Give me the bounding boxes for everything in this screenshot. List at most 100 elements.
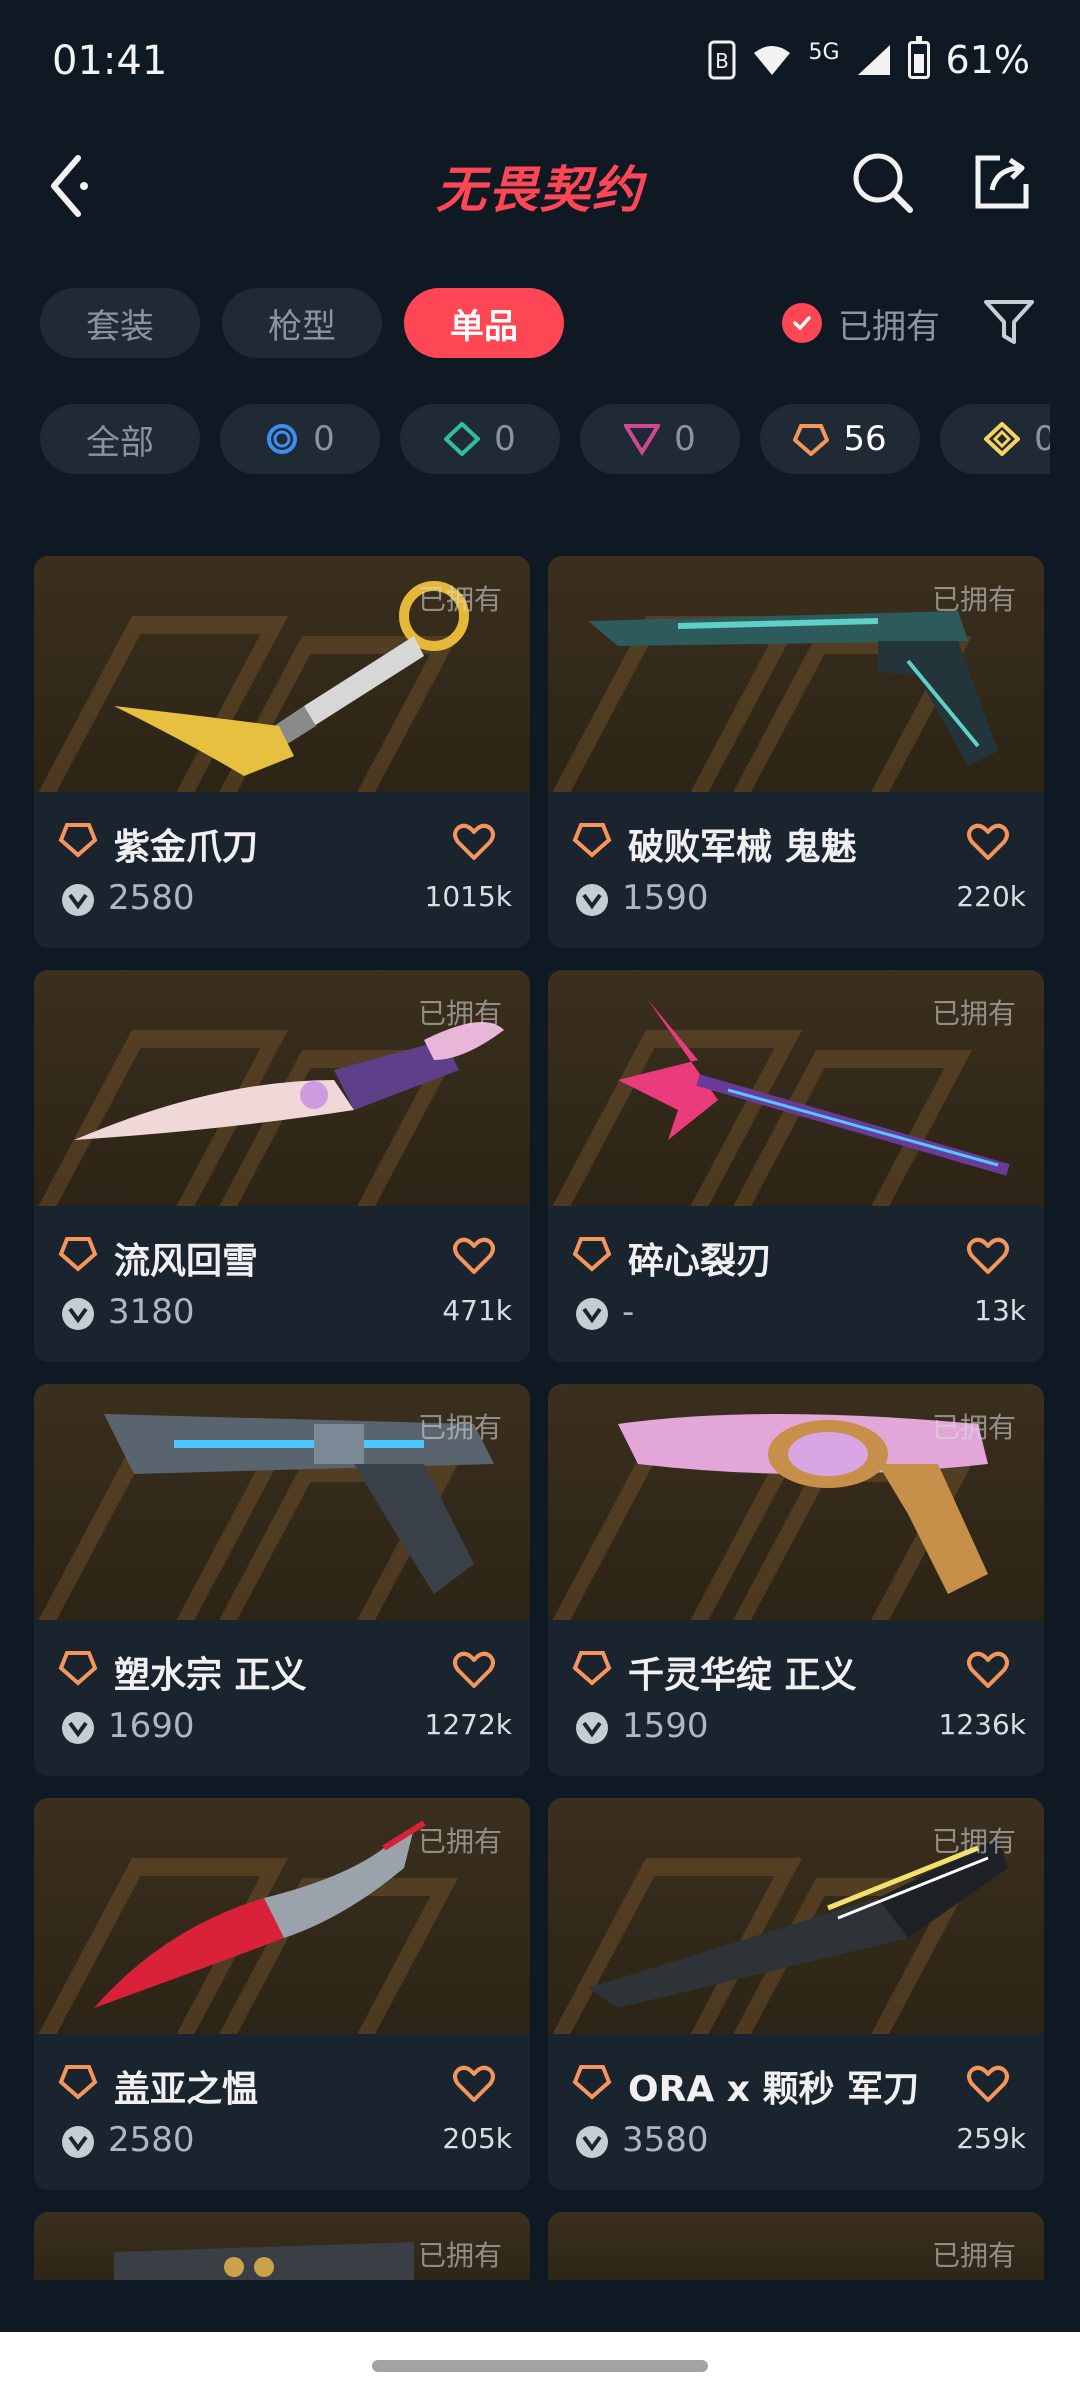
item-name: 破败军械 鬼魅 — [628, 827, 857, 868]
exclusive-tier-icon — [58, 2065, 98, 2100]
premium-tier-icon — [624, 424, 661, 456]
heart-icon[interactable] — [452, 822, 496, 862]
checkmark-icon — [782, 303, 822, 343]
heart-icon[interactable] — [966, 2064, 1010, 2104]
vp-currency-icon — [576, 884, 608, 916]
item-name: 千灵华绽 正义 — [628, 1655, 857, 1696]
vp-currency-icon — [62, 1712, 94, 1744]
filter-icon[interactable] — [982, 298, 1036, 348]
item-price: - — [622, 1292, 635, 1332]
item-image: 已拥有 — [34, 1384, 530, 1620]
item-name: 流风回雪 — [114, 1241, 259, 1282]
rarity-filter-row: 全部 0 0 0 56 0 — [40, 404, 1050, 474]
item-price: 1590 — [622, 1706, 709, 1746]
rarity-chip-label: 全部 — [86, 422, 154, 463]
heart-icon[interactable] — [966, 822, 1010, 862]
status-time: 01:41 — [52, 38, 168, 84]
item-image: 已拥有 — [548, 1798, 1044, 2034]
deluxe-tier-icon — [444, 422, 481, 456]
wifi-icon — [754, 46, 791, 75]
share-icon[interactable] — [970, 148, 1036, 214]
item-image: 已拥有 — [34, 1798, 530, 2034]
item-card[interactable]: 已拥有 — [34, 2212, 530, 2280]
category-tabs: 套装 枪型 单品 已拥有 — [40, 288, 1050, 358]
owned-badge: 已拥有 — [417, 1825, 502, 1858]
rarity-chip-premium[interactable]: 0 — [580, 404, 740, 474]
owned-filter-label: 已拥有 — [838, 306, 940, 347]
owned-badge: 已拥有 — [417, 583, 502, 616]
tab-gun-type[interactable]: 枪型 — [222, 288, 382, 358]
rarity-chip-deluxe[interactable]: 0 — [400, 404, 560, 474]
item-card[interactable]: 已拥有 流风回雪 3180 471k — [34, 970, 530, 1362]
exclusive-tier-icon — [572, 2065, 612, 2100]
item-price: 1690 — [108, 1706, 195, 1746]
exclusive-tier-icon — [58, 823, 98, 858]
svg-text:B: B — [716, 49, 730, 73]
item-card[interactable]: 已拥有 千灵华绽 正义 1590 1236k — [548, 1384, 1044, 1776]
item-image: 已拥有 — [34, 970, 530, 1206]
owned-badge: 已拥有 — [417, 2239, 502, 2272]
rarity-chip-count: 0 — [674, 419, 696, 459]
search-icon[interactable] — [850, 150, 916, 216]
rarity-chip-all[interactable]: 全部 — [40, 404, 200, 474]
heart-icon[interactable] — [452, 1236, 496, 1276]
page-title: 无畏契约 — [436, 161, 644, 219]
rarity-chip-ultra[interactable]: 0 — [940, 404, 1050, 474]
item-grid: 已拥有 紫金爪刀 2580 1015k 已拥有 破败军械 鬼魅 1590 220… — [34, 520, 1048, 2280]
rarity-chip-count: 0 — [494, 419, 516, 459]
vp-currency-icon — [62, 2126, 94, 2158]
item-image: 已拥有 — [34, 556, 530, 792]
item-likes: 1015k — [424, 880, 512, 913]
ultra-tier-icon — [984, 422, 1021, 456]
item-card[interactable]: 已拥有 ORA x 颗秒 军刀 3580 259k — [548, 1798, 1044, 2190]
owned-badge: 已拥有 — [931, 2239, 1016, 2272]
home-gesture-bar[interactable] — [372, 2360, 708, 2372]
top-header: 无畏契约 — [0, 120, 1080, 250]
select-tier-icon — [267, 424, 298, 454]
owned-filter-toggle[interactable]: 已拥有 — [782, 288, 940, 358]
network-label: 5G — [808, 40, 840, 65]
item-likes: 259k — [956, 2122, 1026, 2155]
item-likes: 220k — [956, 880, 1026, 913]
item-likes: 471k — [442, 1294, 512, 1327]
item-name: ORA x 颗秒 军刀 — [628, 2069, 920, 2110]
vp-currency-icon — [576, 2126, 608, 2158]
item-card[interactable]: 已拥有 紫金爪刀 2580 1015k — [34, 556, 530, 948]
item-image: 已拥有 — [548, 2212, 1044, 2280]
item-card[interactable]: 已拥有 — [548, 2212, 1044, 2280]
owned-badge: 已拥有 — [931, 1411, 1016, 1444]
heart-icon[interactable] — [966, 1650, 1010, 1690]
item-card[interactable]: 已拥有 盖亚之愠 2580 205k — [34, 1798, 530, 2190]
item-price: 2580 — [108, 2120, 195, 2160]
rarity-chip-select[interactable]: 0 — [220, 404, 380, 474]
item-name: 紫金爪刀 — [114, 827, 259, 868]
exclusive-tier-icon — [572, 1651, 612, 1686]
item-card[interactable]: 已拥有 破败军械 鬼魅 1590 220k — [548, 556, 1044, 948]
heart-icon[interactable] — [452, 2064, 496, 2104]
owned-badge: 已拥有 — [931, 997, 1016, 1030]
item-name: 盖亚之愠 — [114, 2069, 259, 2110]
exclusive-tier-icon — [572, 1237, 612, 1272]
rarity-chip-exclusive[interactable]: 56 — [760, 404, 920, 474]
navigation-bar — [0, 2332, 1080, 2400]
item-likes: 1236k — [938, 1708, 1026, 1741]
item-card[interactable]: 已拥有 碎心裂刃 - 13k — [548, 970, 1044, 1362]
heart-icon[interactable] — [452, 1650, 496, 1690]
heart-icon[interactable] — [966, 1236, 1010, 1276]
exclusive-tier-icon — [572, 823, 612, 858]
owned-badge: 已拥有 — [417, 1411, 502, 1444]
item-price: 1590 — [622, 878, 709, 918]
owned-badge: 已拥有 — [931, 583, 1016, 616]
battery-label: 61% — [945, 38, 1030, 82]
item-price: 3580 — [622, 2120, 709, 2160]
item-name: 碎心裂刃 — [628, 1241, 773, 1282]
exclusive-tier-icon — [793, 424, 830, 456]
tab-bundle[interactable]: 套装 — [40, 288, 200, 358]
item-likes: 205k — [442, 2122, 512, 2155]
item-card[interactable]: 已拥有 塑水宗 正义 1690 1272k — [34, 1384, 530, 1776]
tab-single-item[interactable]: 单品 — [404, 288, 564, 358]
item-image: 已拥有 — [34, 2212, 530, 2280]
status-icons: B 5G 61% — [708, 36, 1030, 82]
rarity-chip-count: 56 — [843, 419, 887, 459]
signal-icon — [857, 45, 890, 75]
